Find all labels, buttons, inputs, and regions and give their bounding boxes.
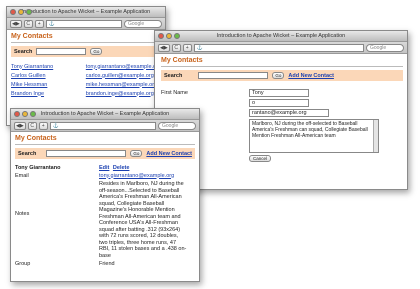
table-row: Mike Hessman mike.hessman@example.org [11,80,161,89]
back-forward-icon[interactable]: ◀▶ [14,121,26,130]
close-window-icon[interactable] [158,33,164,39]
close-window-icon[interactable] [10,9,16,15]
contact-email-link[interactable]: mike.hessman@example.org [86,82,157,88]
back-forward-icon[interactable]: ◀▶ [10,19,22,28]
window-titlebar: Introduction to Apache Wicket – Example … [11,109,199,120]
minimize-window-icon[interactable] [18,9,24,15]
table-row: Brandon Inge brandon.inge@example.org [11,89,161,98]
email-link[interactable]: tony.giarrantano@example.org [99,173,187,180]
zoom-window-icon[interactable] [174,33,180,39]
email-field[interactable]: rantano@example.org [249,109,329,117]
reload-button[interactable]: C [27,121,37,130]
minimize-window-icon[interactable] [22,111,28,117]
browser-toolbar: ◀▶ C + ⚓ Google [7,18,165,30]
address-bar[interactable]: ⚓ [49,121,156,130]
last-name-field[interactable]: o [249,99,309,107]
page-title: My Contacts [11,33,161,43]
search-bar: Search Go [11,46,161,57]
search-bar: Search Go Add New Contact [15,148,195,159]
add-bookmark-button[interactable]: + [38,121,48,130]
window-controls [10,9,32,15]
edit-link[interactable]: Edit [99,165,109,171]
page-content: My Contacts Search Go Add New Contact To… [11,132,199,273]
search-input[interactable] [36,48,87,55]
back-forward-icon[interactable]: ◀▶ [158,43,170,52]
zoom-window-icon[interactable] [30,111,36,117]
google-search-field[interactable]: Google [158,121,196,130]
close-window-icon[interactable] [14,111,20,117]
search-input[interactable] [46,150,127,157]
table-row: Carlos Guillen carlos.guillen@example.or… [11,71,161,80]
browser-toolbar: ◀▶ C + ⚓ Google [11,120,199,132]
email-row: Email tony.giarrantano@example.org [15,173,195,180]
contact-email-link[interactable]: carlos.guillen@example.org [86,73,154,79]
notes-textarea[interactable]: Marlboro, NJ during the off-selected to … [249,119,379,153]
address-bar[interactable]: ⚓ [193,43,364,52]
window-title: Introduction to Apache Wicket – Example … [21,9,151,15]
window-controls [14,111,36,117]
contact-detail: Tony Giarrantano Edit Delete Email tony.… [15,165,195,268]
search-bar: Search Go Add New Contact [161,70,403,81]
contact-header: Tony Giarrantano Edit Delete [15,165,195,172]
contact-name-link[interactable]: Tony Giarrantano [11,64,53,70]
go-button[interactable]: Go [272,72,285,79]
browser-toolbar: ◀▶ C + ⚓ Google [155,42,407,54]
add-new-contact-link[interactable]: Add New Contact [146,151,192,157]
go-button[interactable]: Go [90,48,103,55]
notes-label: Notes [15,211,30,217]
minimize-window-icon[interactable] [166,33,172,39]
group-label: Group [15,261,31,267]
contact-name: Tony Giarrantano [15,165,61,171]
table-row: Tony Giarrantano tony.giarrantano@exampl… [11,62,161,71]
reload-button[interactable]: C [171,43,181,52]
address-bar[interactable]: ⚓ [45,19,122,28]
notes-value: Resides in Marlboro, NJ during the off-s… [99,181,187,259]
contact-name-link[interactable]: Carlos Guillen [11,73,46,79]
edit-delete-links: Edit Delete [99,165,131,172]
browser-window-detail: Introduction to Apache Wicket – Example … [10,108,200,282]
window-title: Introduction to Apache Wicket – Example … [40,111,170,117]
google-search-field[interactable]: Google [124,19,162,28]
delete-link[interactable]: Delete [113,165,130,171]
group-value: Friend [99,261,115,267]
window-controls [158,33,180,39]
page-title: My Contacts [15,135,195,145]
group-row: Group Friend [15,261,195,268]
notes-text: Marlboro, NJ during the off-selected to … [252,121,368,139]
contact-name-link[interactable]: Mike Hessman [11,82,47,88]
search-label: Search [18,150,37,157]
first-name-row: First Name Tony [161,89,403,97]
last-name-row: o [161,99,403,107]
contact-email-link[interactable]: brandon.inge@example.org [86,91,154,97]
search-input[interactable] [198,72,269,79]
first-name-field[interactable]: Tony [249,89,309,97]
contacts-table: Tony Giarrantano tony.giarrantano@exampl… [11,62,161,98]
window-titlebar: Introduction to Apache Wicket – Example … [7,7,165,18]
search-label: Search [14,48,33,55]
add-new-contact-link[interactable]: Add New Contact [288,73,334,79]
contact-email-link[interactable]: tony.giarrantano@example.org [86,64,161,70]
contact-name-link[interactable]: Brandon Inge [11,91,44,97]
add-bookmark-button[interactable]: + [34,19,44,28]
go-button[interactable]: Go [130,150,143,157]
window-title: Introduction to Apache Wicket – Example … [216,33,346,39]
google-search-field[interactable]: Google [366,43,404,52]
page-content: My Contacts Search Go Tony Giarrantano t… [7,30,165,101]
search-label: Search [164,72,183,79]
reload-button[interactable]: C [23,19,33,28]
add-bookmark-button[interactable]: + [182,43,192,52]
cancel-button[interactable]: Cancel [249,155,272,162]
page-title: My Contacts [161,57,403,67]
notes-scrollbar[interactable] [373,120,378,152]
first-name-label: First Name [161,90,188,96]
window-titlebar: Introduction to Apache Wicket – Example … [155,31,407,42]
zoom-window-icon[interactable] [26,9,32,15]
notes-row: Notes Resides in Marlboro, NJ during the… [15,181,195,259]
email-label: Email [15,172,29,179]
